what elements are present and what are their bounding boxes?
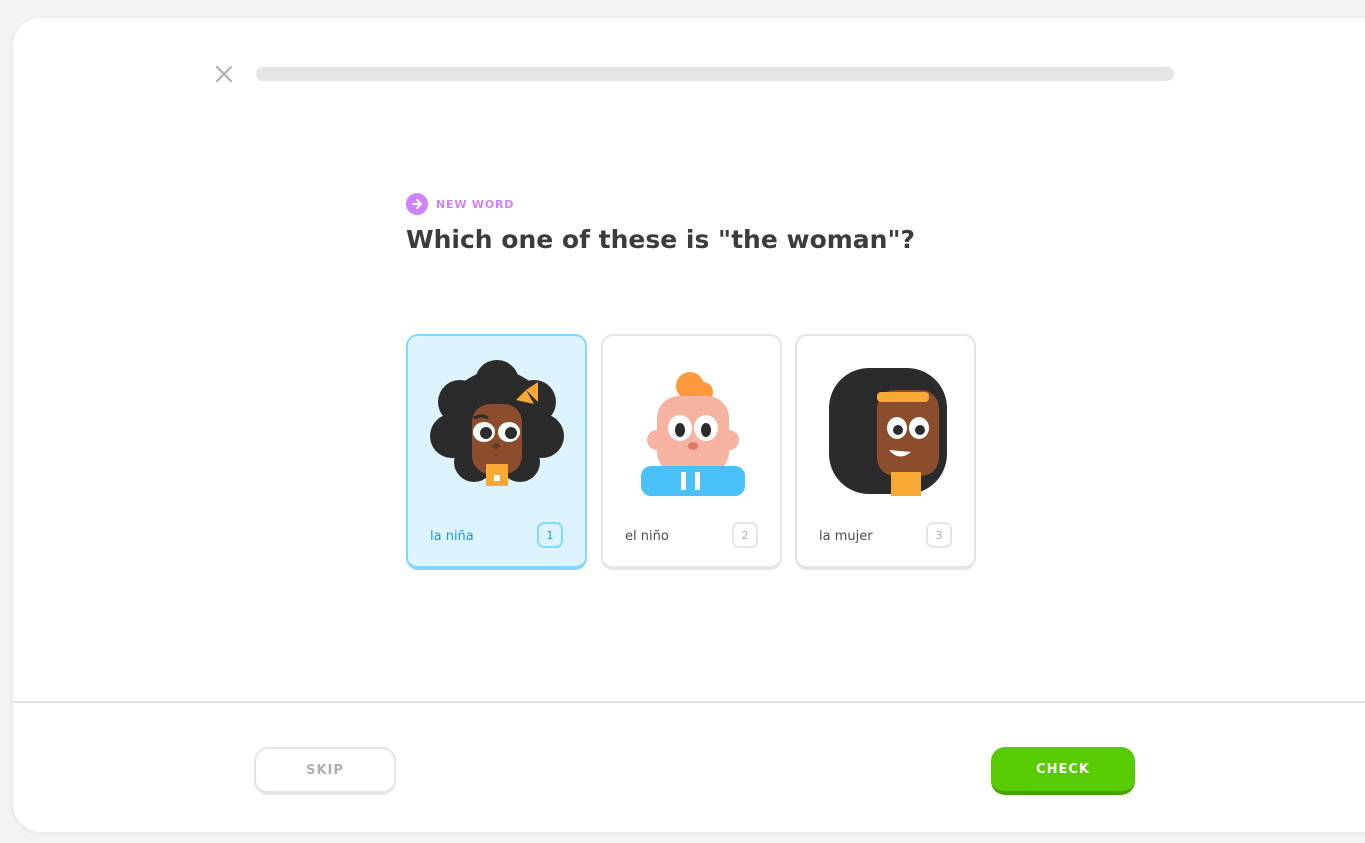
close-icon: [215, 65, 233, 83]
choice-label-3: la mujer: [819, 529, 873, 544]
choice-key-3: 3: [926, 522, 952, 548]
woman-character-icon: [828, 368, 947, 496]
new-word-label: NEW WORD: [436, 197, 515, 211]
choice-key-1: 1: [537, 522, 563, 548]
choice-label-1: la niña: [430, 529, 474, 544]
choice-label-2: el niño: [625, 529, 669, 544]
challenge-question: Which one of these is "the woman"?: [406, 225, 915, 254]
new-word-icon: [406, 193, 428, 215]
footer-divider: [13, 701, 1365, 703]
skip-button[interactable]: SKIP: [254, 747, 396, 795]
choice-card-el-nino[interactable]: el niño 2: [601, 334, 782, 570]
close-button[interactable]: [212, 62, 236, 86]
choice-card-la-nina[interactable]: la niña 1: [406, 334, 587, 570]
choice-key-2: 2: [732, 522, 758, 548]
progress-bar: [256, 67, 1174, 81]
check-button[interactable]: CHECK: [991, 747, 1135, 795]
new-word-badge: NEW WORD: [406, 193, 514, 215]
boy-character-icon: [640, 372, 745, 496]
lesson-window: NEW WORD Which one of these is "the woma…: [13, 18, 1365, 832]
choice-card-la-mujer[interactable]: la mujer 3: [795, 334, 976, 570]
girl-character-icon: [429, 360, 564, 486]
